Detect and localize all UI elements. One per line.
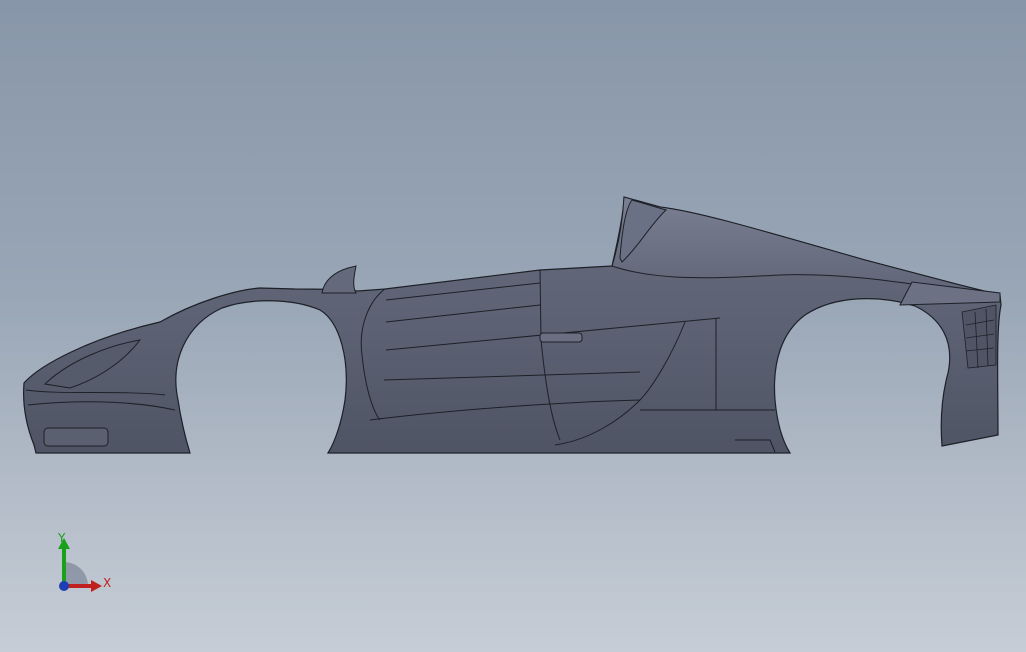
rear-grille — [961, 304, 997, 369]
x-axis-label: X — [103, 576, 112, 590]
y-axis-label: Y — [58, 531, 66, 545]
car-body-model[interactable] — [0, 0, 1026, 652]
x-axis-arrowhead-icon — [91, 580, 102, 592]
side-mirror — [321, 265, 357, 294]
graphics-viewport[interactable]: Y X — [0, 0, 1026, 652]
triad-plane-icon — [64, 562, 88, 586]
triad-origin-icon — [59, 581, 69, 591]
car-body-shell[interactable] — [23, 196, 1002, 454]
door-handle — [539, 332, 583, 343]
front-intake — [43, 427, 109, 447]
